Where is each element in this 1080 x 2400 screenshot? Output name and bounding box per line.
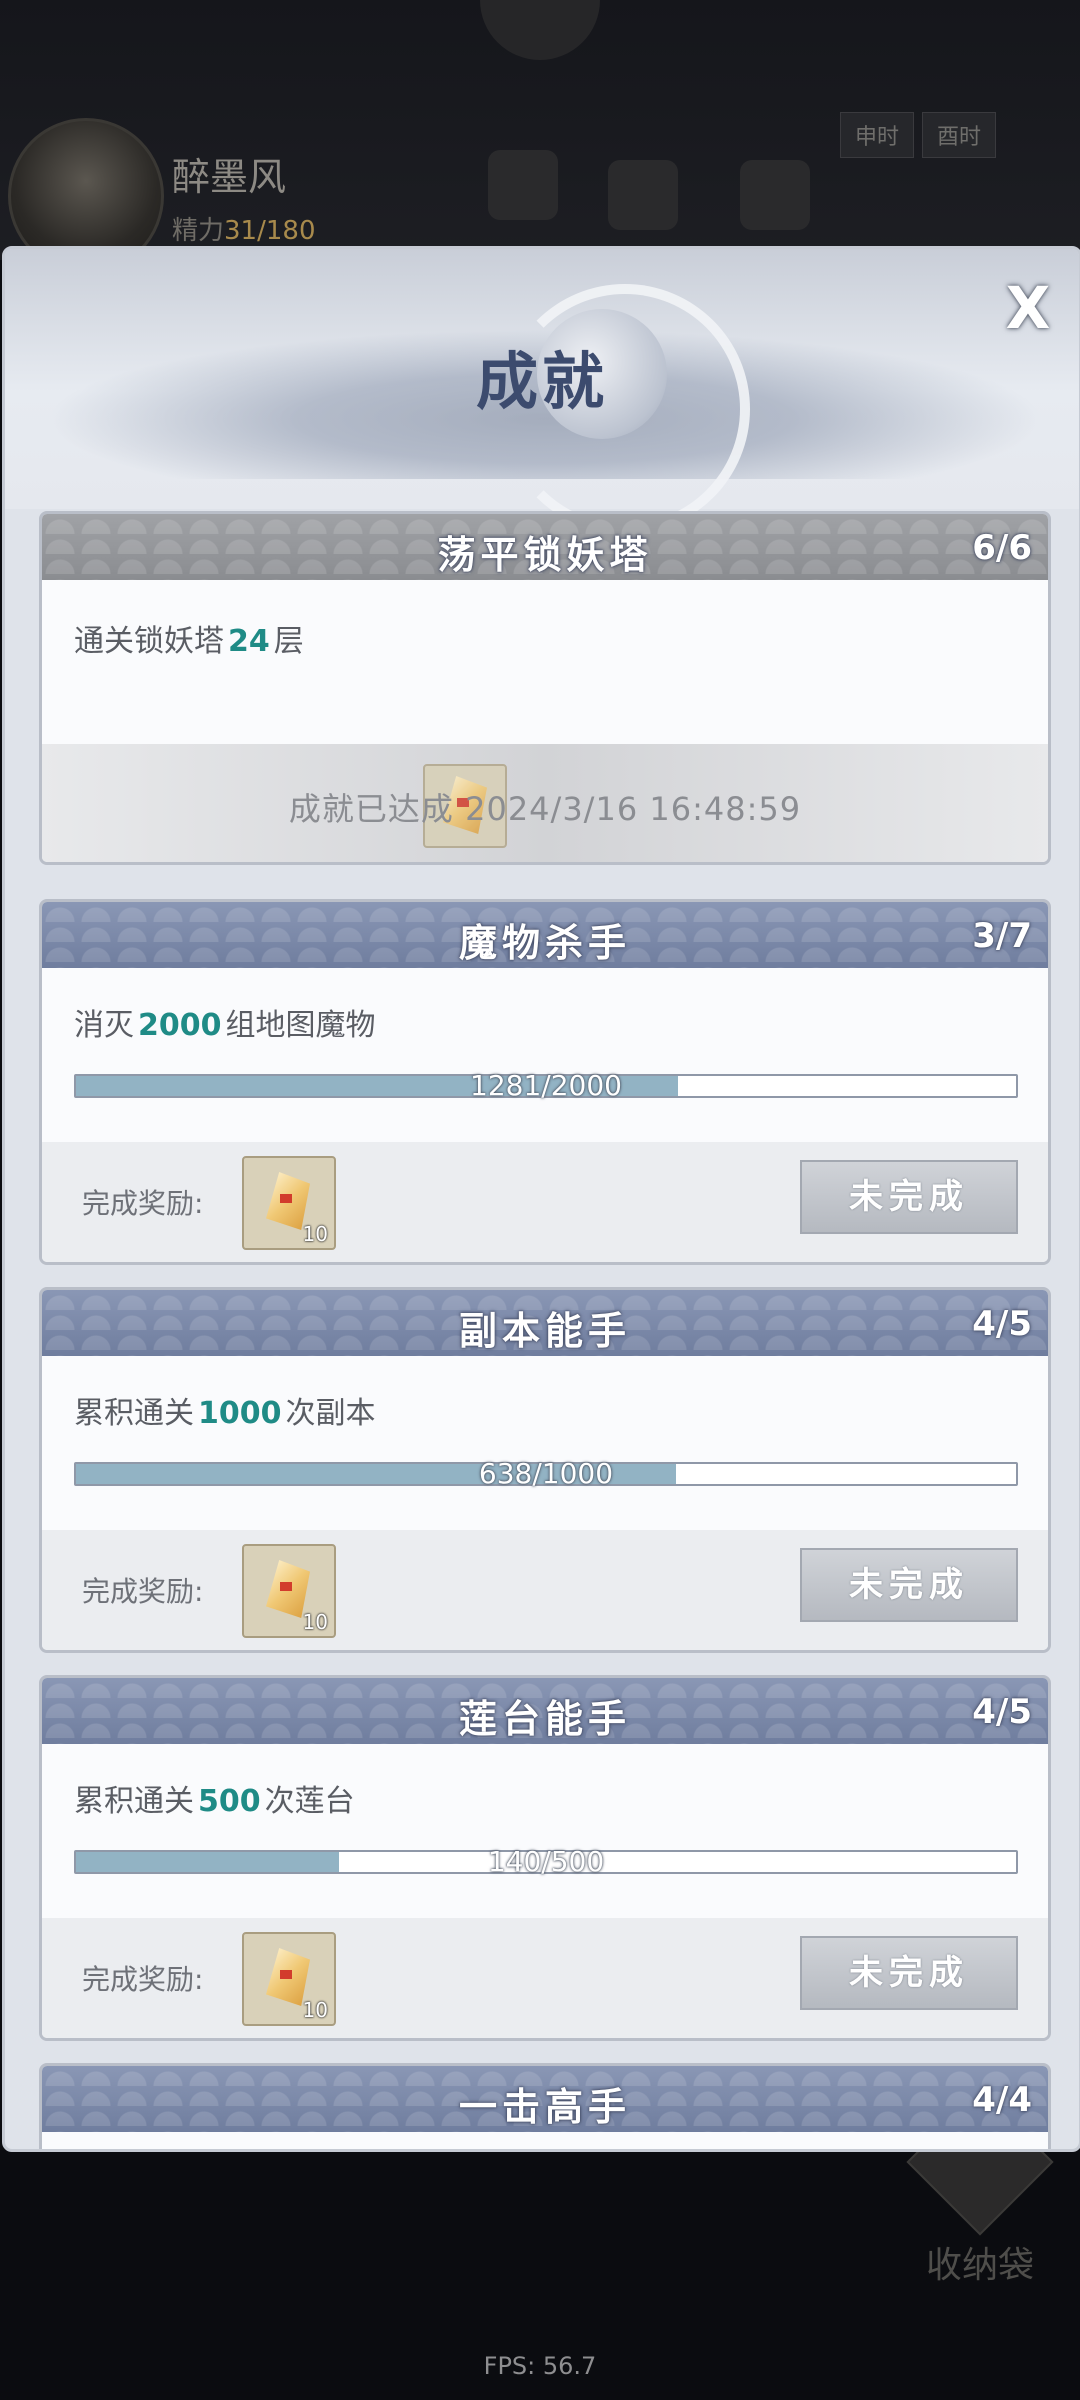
reward-row: 完成奖励: 10 未完成 (42, 1918, 1048, 2038)
reward-quantity: 10 (302, 1222, 328, 1246)
card-count: 4/5 (972, 1304, 1032, 1344)
reward-label: 完成奖励: (82, 1187, 204, 1220)
energy-label: 精力 (172, 216, 225, 246)
time-tab-you: 酉时 (922, 112, 997, 158)
card-count: 6/6 (972, 528, 1032, 568)
card-header: 副本能手 4/5 (42, 1290, 1048, 1356)
desc-prefix: 通关锁妖塔 (74, 624, 224, 659)
desc-prefix: 消灭 (74, 1008, 134, 1043)
incomplete-button[interactable]: 未完成 (800, 1548, 1018, 1622)
card-header: 荡平锁妖塔 6/6 (42, 514, 1048, 580)
close-icon: X (1005, 274, 1051, 342)
card-title: 魔物杀手 (458, 921, 631, 965)
progress-bar: 638/1000 (74, 1457, 1018, 1490)
fps-counter: FPS: 56.7 (483, 2352, 597, 2380)
achievement-card-monster: 魔物杀手 3/7 消灭 2000 组地图魔物 1281/2000 完成奖励: 10 … (39, 899, 1051, 1265)
progress-text: 140/500 (487, 1845, 605, 1878)
progress-bar: 140/500 (74, 1845, 1018, 1878)
completed-text: 成就已达成 2024/3/16 16:48:59 (288, 790, 802, 828)
desc-suffix: 次副本 (285, 1396, 376, 1431)
card-description: 通关锁妖塔 24 层 (74, 616, 304, 660)
top-ornament (480, 0, 600, 60)
desc-prefix: 累积通关 (74, 1784, 194, 1819)
bag-label: 收纳袋 (925, 2245, 1034, 2286)
card-header: 莲台能手 4/5 (42, 1678, 1048, 1744)
desc-value: 500 (198, 1784, 261, 1819)
scroll-icon (608, 160, 678, 230)
reward-quantity: 10 (302, 1610, 328, 1634)
energy-display: 精力31/180 (172, 210, 316, 247)
reward-label: 完成奖励: (82, 1963, 204, 1996)
reward-row: 完成奖励: 10 未完成 (42, 1530, 1048, 1650)
desc-prefix: 累积通关 (74, 1396, 194, 1431)
player-name: 醉墨风 (172, 155, 287, 199)
reward-item[interactable]: 10 (242, 1156, 336, 1250)
bell-icon (488, 150, 558, 220)
progress-text: 638/1000 (478, 1457, 614, 1490)
desc-value: 2000 (138, 1008, 222, 1043)
card-description: 累积通关 1000 次副本 (74, 1388, 376, 1432)
card-count: 4/5 (972, 1692, 1032, 1732)
gem-mark (280, 1970, 292, 1979)
card-description: 累积通关 500 次莲台 (74, 1776, 355, 1820)
close-button[interactable]: X (1002, 274, 1054, 342)
book-icon (740, 160, 810, 230)
time-tabs: 申时 酉时 (840, 112, 997, 158)
card-title: 副本能手 (458, 1309, 631, 1353)
achievement-card-tower: 荡平锁妖塔 6/6 通关锁妖塔 24 层 成就已达成 2024/3/16 16:48… (39, 511, 1051, 865)
gem-mark (280, 1194, 292, 1203)
background-header: 醉墨风 精力31/180 申时 酉时 (0, 0, 1080, 274)
achievement-card-lotus: 莲台能手 4/5 累积通关 500 次莲台 140/500 完成奖励: 10 未完成 (39, 1675, 1051, 2041)
card-count: 3/7 (972, 916, 1032, 956)
card-header: 魔物杀手 3/7 (42, 902, 1048, 968)
progress-text: 1281/2000 (470, 1069, 622, 1102)
incomplete-button[interactable]: 未完成 (800, 1936, 1018, 2010)
card-header: 一击高手 4/4 (42, 2066, 1048, 2132)
achievement-modal: 成就 X 荡平锁妖塔 6/6 通关锁妖塔 24 层 成就已达成 2024/3/16 … (2, 246, 1080, 2152)
card-count: 4/4 (972, 2080, 1032, 2120)
desc-value: 24 (228, 624, 270, 659)
energy-value: 31/180 (224, 216, 316, 246)
reward-item[interactable]: 10 (242, 1544, 336, 1638)
card-title: 荡平锁妖塔 (437, 533, 653, 577)
modal-title: 成就 (475, 345, 608, 418)
reward-quantity: 10 (302, 1998, 328, 2022)
completed-row: 成就已达成 2024/3/16 16:48:59 (42, 744, 1048, 862)
time-tab-shen: 申时 (840, 112, 915, 158)
gem-mark (280, 1582, 292, 1591)
card-title: 一击高手 (458, 2085, 631, 2129)
achievement-card-dungeon: 副本能手 4/5 累积通关 1000 次副本 638/1000 完成奖励: 10 未… (39, 1287, 1051, 1653)
incomplete-button[interactable]: 未完成 (800, 1160, 1018, 1234)
desc-suffix: 组地图魔物 (225, 1008, 376, 1043)
reward-row: 完成奖励: 10 未完成 (42, 1142, 1048, 1262)
reward-item[interactable]: 10 (242, 1932, 336, 2026)
desc-value: 1000 (198, 1396, 282, 1431)
reward-label: 完成奖励: (82, 1575, 204, 1608)
progress-bar: 1281/2000 (74, 1069, 1018, 1102)
card-title: 莲台能手 (458, 1697, 631, 1741)
desc-suffix: 次莲台 (264, 1784, 355, 1819)
card-description: 消灭 2000 组地图魔物 (74, 1000, 376, 1044)
desc-suffix: 层 (273, 624, 304, 659)
achievement-card-oneshot: 一击高手 4/4 (39, 2063, 1051, 2149)
